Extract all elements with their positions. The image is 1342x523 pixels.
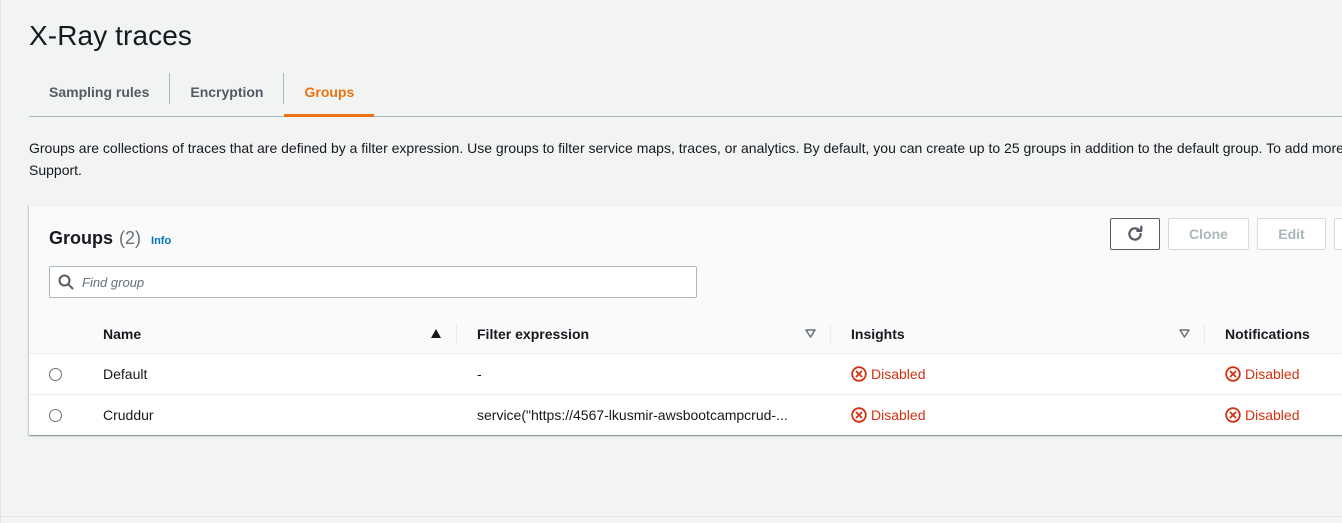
status-badge: Disabled xyxy=(851,366,925,382)
tab-encryption[interactable]: Encryption xyxy=(170,68,283,116)
page-border xyxy=(0,0,1,523)
insights-status: Disabled xyxy=(851,354,925,394)
edit-button-label: Edit xyxy=(1278,226,1305,242)
page-border-bottom xyxy=(0,516,1342,517)
refresh-icon xyxy=(1128,225,1143,241)
insights-status: Disabled xyxy=(851,395,925,435)
radio-button[interactable] xyxy=(49,408,62,422)
group-name: Default xyxy=(103,366,148,382)
tab-label: Sampling rules xyxy=(49,84,150,100)
group-count: (2) xyxy=(119,228,142,248)
column-divider xyxy=(1204,324,1205,344)
tab-bar: Sampling rules Encryption Groups xyxy=(29,68,1342,117)
filter-expression-text: service("https://4567-lkusmir-awsbootcam… xyxy=(477,407,788,423)
row-select-radio[interactable] xyxy=(49,354,63,394)
panel-header: Groups (2) Info Clone Edit xyxy=(29,206,1342,315)
radio-button[interactable] xyxy=(49,367,62,381)
table-row[interactable]: Default - Disabled Disabled xyxy=(29,354,1342,395)
refresh-button[interactable] xyxy=(1110,218,1160,250)
groups-panel: Groups (2) Info Clone Edit Find group Na… xyxy=(29,205,1342,435)
filter-expression: service("https://4567-lkusmir-awsbootcam… xyxy=(477,395,817,435)
group-name: Cruddur xyxy=(103,407,154,423)
clone-button-label: Clone xyxy=(1189,226,1228,242)
column-header-insights[interactable]: Insights xyxy=(851,314,905,353)
error-circle-icon xyxy=(1225,366,1241,382)
edit-button[interactable]: Edit xyxy=(1257,218,1326,250)
status-badge: Disabled xyxy=(851,407,925,423)
row-select-radio[interactable] xyxy=(49,395,63,435)
status-badge: Disabled xyxy=(1225,366,1299,382)
sort-icon[interactable] xyxy=(805,314,816,353)
status-text: Disabled xyxy=(871,366,926,382)
page-title: X-Ray traces xyxy=(29,20,193,51)
description-line: Support. xyxy=(29,162,82,178)
status-text: Disabled xyxy=(1245,407,1300,423)
status-text: Disabled xyxy=(1245,366,1300,382)
description-line: Groups are collections of traces that ar… xyxy=(29,140,1342,156)
filter-expression-text: - xyxy=(477,366,482,382)
column-divider xyxy=(456,324,457,344)
clone-button[interactable]: Clone xyxy=(1168,218,1249,250)
column-header-notifications[interactable]: Notifications xyxy=(1225,314,1310,353)
search-icon xyxy=(50,267,82,297)
column-divider xyxy=(830,324,831,344)
error-circle-icon xyxy=(1225,407,1241,423)
table-header-row: Name Filter expression Insights Notifica… xyxy=(29,314,1342,354)
info-link[interactable]: Info xyxy=(151,235,171,247)
tab-label: Groups xyxy=(304,84,355,100)
tab-sampling-rules[interactable]: Sampling rules xyxy=(29,68,169,116)
more-actions-button[interactable] xyxy=(1334,218,1342,250)
panel-title: Groups (2) Info xyxy=(49,228,171,249)
error-circle-icon xyxy=(851,407,867,423)
tab-groups[interactable]: Groups xyxy=(284,68,375,117)
tab-label: Encryption xyxy=(190,84,264,100)
groups-table: Name Filter expression Insights Notifica… xyxy=(29,314,1342,435)
sort-ascending-icon[interactable] xyxy=(431,314,441,353)
error-circle-icon xyxy=(851,366,867,382)
filter-expression: - xyxy=(477,354,817,394)
panel-title-text: Groups xyxy=(49,228,114,248)
page: X-Ray traces Sampling rules Encryption G… xyxy=(0,0,1342,523)
search-input[interactable] xyxy=(82,268,682,296)
status-badge: Disabled xyxy=(1225,407,1299,423)
column-header-filter[interactable]: Filter expression xyxy=(477,314,817,353)
sort-icon[interactable] xyxy=(1179,314,1190,353)
status-text: Disabled xyxy=(871,407,926,423)
column-header-name[interactable]: Name xyxy=(103,314,141,353)
table-row[interactable]: Cruddur service("https://4567-lkusmir-aw… xyxy=(29,395,1342,435)
notifications-status: Disabled xyxy=(1225,354,1299,394)
notifications-status: Disabled xyxy=(1225,395,1299,435)
groups-description: Groups are collections of traces that ar… xyxy=(29,137,1342,181)
search-field xyxy=(49,266,697,298)
